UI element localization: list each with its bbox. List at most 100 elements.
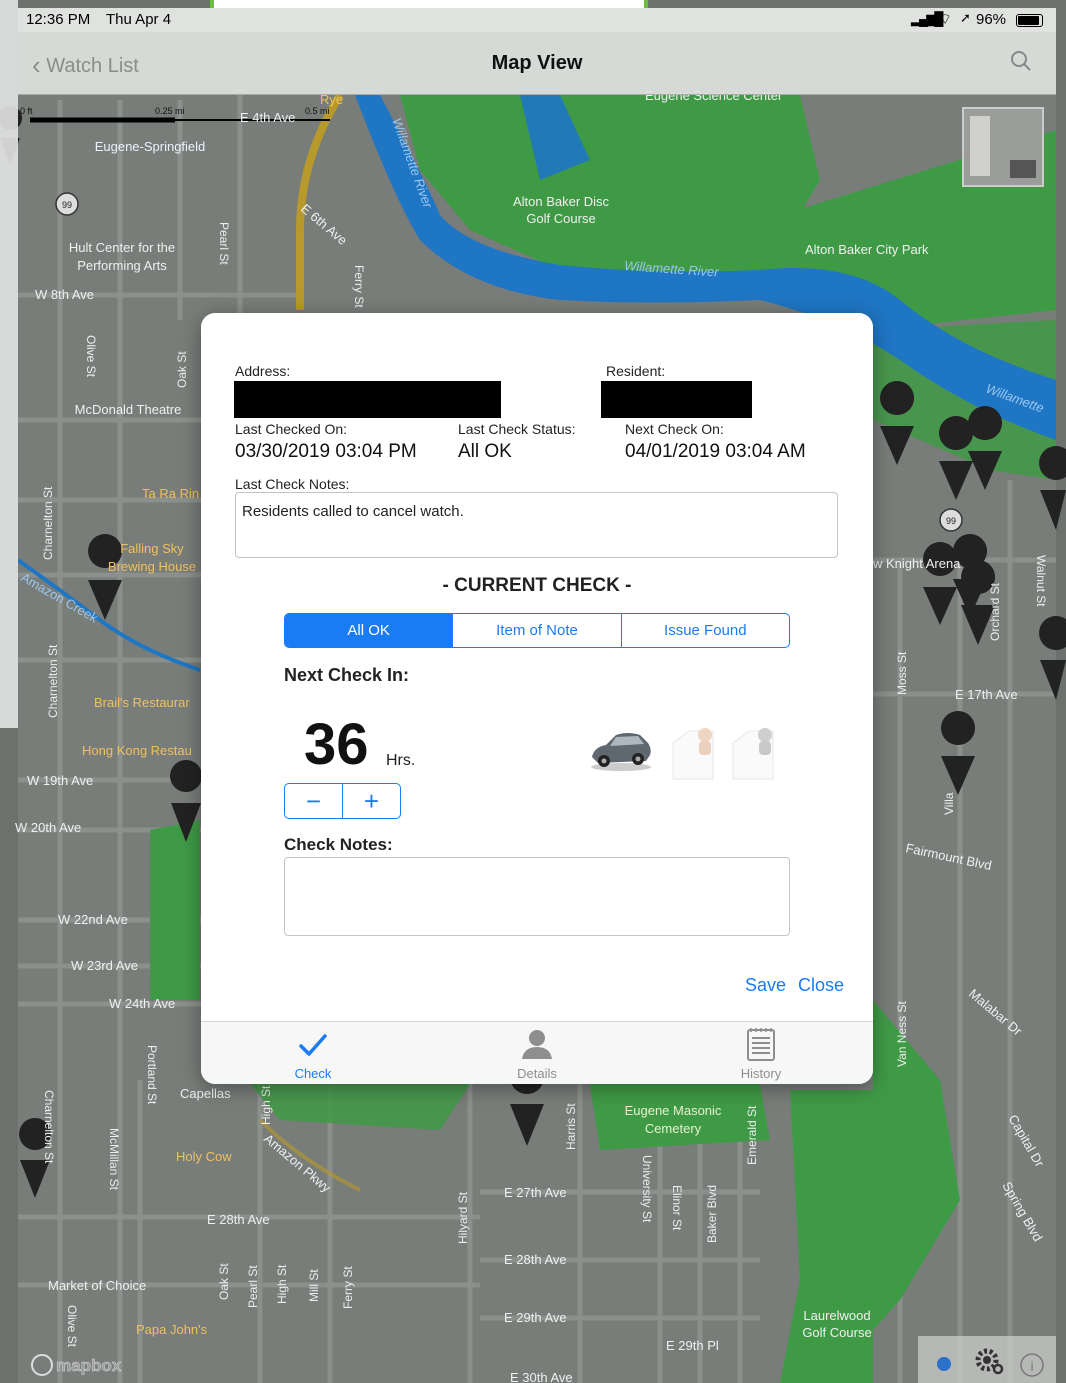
svg-text:E 4th Ave: E 4th Ave [240, 110, 295, 125]
svg-text:Olive St: Olive St [65, 1305, 79, 1348]
search-icon[interactable] [1010, 50, 1032, 72]
tab-check-label: Check [294, 1066, 332, 1081]
svg-text:0 ft: 0 ft [20, 106, 33, 116]
segment-all-ok[interactable]: All OK [285, 614, 454, 647]
next-check-in-label: Next Check In: [284, 665, 410, 685]
svg-text:University St: University St [640, 1155, 654, 1223]
last-status-value: All OK [458, 441, 512, 462]
svg-text:Market of Choice: Market of Choice [48, 1278, 146, 1293]
nav-bar: ‹ Watch List Map View [18, 32, 1056, 95]
svg-text:Hilyard St: Hilyard St [456, 1191, 470, 1244]
svg-text:Performing Arts: Performing Arts [77, 258, 167, 273]
svg-text:Mill St: Mill St [307, 1269, 321, 1302]
svg-text:Van Ness St: Van Ness St [895, 1001, 909, 1067]
close-button[interactable]: Close [798, 975, 844, 996]
svg-text:Charnelton St: Charnelton St [46, 644, 60, 718]
svg-text:Cemetery: Cemetery [645, 1121, 702, 1136]
svg-text:0.25 mi: 0.25 mi [155, 106, 185, 116]
tab-history-label: History [740, 1066, 782, 1081]
save-button[interactable]: Save [745, 975, 786, 996]
location-dot-icon [937, 1357, 951, 1371]
svg-text:99: 99 [946, 516, 956, 526]
map-label: Eugene-Springfield [95, 139, 206, 154]
svg-text:High St: High St [275, 1264, 289, 1304]
segment-issue-found[interactable]: Issue Found [622, 614, 789, 647]
address-redacted [234, 381, 501, 418]
check-notes-input[interactable] [284, 857, 790, 936]
car-icon[interactable] [588, 723, 654, 773]
address-label: Address: [235, 363, 291, 379]
svg-text:Harris St: Harris St [564, 1103, 578, 1150]
next-check-value: 04/01/2019 03:04 AM [625, 441, 806, 462]
svg-text:Pearl St: Pearl St [217, 222, 231, 265]
signal-icon: ▂▄▆█ [911, 11, 943, 26]
status-time: 12:36 PM [26, 11, 91, 28]
svg-text:High St: High St [259, 1085, 273, 1125]
svg-text:Oak St: Oak St [217, 1263, 231, 1300]
svg-text:Pearl St: Pearl St [246, 1265, 260, 1308]
svg-text:W 20th Ave: W 20th Ave [15, 820, 81, 835]
check-status-segmented-control[interactable]: All OK Item of Note Issue Found [284, 613, 790, 648]
svg-text:Brail's Restaurar: Brail's Restaurar [94, 695, 190, 710]
hours-stepper[interactable]: − + [284, 783, 401, 819]
last-notes-field: Residents called to cancel watch. [235, 492, 838, 558]
battery-icon [1016, 14, 1043, 27]
svg-text:McMillan St: McMillan St [107, 1128, 121, 1191]
svg-text:E 28th Ave: E 28th Ave [504, 1252, 567, 1267]
battery-percent: 96% [976, 11, 1007, 28]
svg-text:W 24th Ave: W 24th Ave [109, 996, 175, 1011]
svg-text:Laurelwood: Laurelwood [803, 1308, 870, 1323]
svg-text:W 19th Ave: W 19th Ave [27, 773, 93, 788]
current-check-heading: - CURRENT CHECK - [442, 575, 632, 596]
svg-text:E 27th Ave: E 27th Ave [504, 1185, 567, 1200]
last-notes-label: Last Check Notes: [235, 476, 350, 492]
wifi-icon: ⌔ [938, 11, 953, 28]
svg-text:Eugene Masonic: Eugene Masonic [625, 1103, 722, 1118]
svg-text:Falling Sky: Falling Sky [120, 541, 184, 556]
svg-text:Alton Baker City Park: Alton Baker City Park [805, 242, 929, 257]
svg-text:Moss St: Moss St [895, 651, 909, 695]
svg-text:Oak St: Oak St [175, 351, 189, 388]
svg-text:E 29th Ave: E 29th Ave [504, 1310, 567, 1325]
increment-button[interactable]: + [343, 784, 400, 818]
svg-text:Portland St: Portland St [145, 1045, 159, 1105]
svg-text:Capellas: Capellas [180, 1086, 231, 1101]
next-check-label: Next Check On: [625, 421, 724, 437]
notepad-icon [747, 1028, 775, 1061]
svg-text:Emerald St: Emerald St [745, 1105, 759, 1165]
svg-text:Villa: Villa [942, 792, 956, 815]
svg-text:Golf Course: Golf Course [526, 211, 595, 226]
svg-text:Brewing House: Brewing House [108, 559, 196, 574]
svg-text:Charnelton St: Charnelton St [42, 1090, 56, 1164]
svg-text:w Knight Arena: w Knight Arena [872, 556, 961, 571]
door-knock-icon[interactable] [669, 723, 717, 781]
svg-text:W 22nd Ave: W 22nd Ave [58, 912, 128, 927]
svg-text:i: i [1030, 1358, 1033, 1374]
page-title: Map View [491, 52, 583, 74]
tab-history[interactable]: History [649, 1022, 873, 1084]
last-status-label: Last Check Status: [458, 421, 576, 437]
location-arrow-icon: ➚ [960, 10, 971, 25]
svg-text:Golf Course: Golf Course [802, 1325, 871, 1340]
svg-text:Ferry St: Ferry St [352, 265, 366, 308]
svg-text:E 17th Ave: E 17th Ave [955, 687, 1018, 702]
check-dialog: Address: Resident: Last Checked On: 03/3… [201, 313, 873, 1084]
svg-text:Papa John's: Papa John's [136, 1322, 208, 1337]
resident-label: Resident: [606, 363, 666, 379]
svg-text:Charnelton St: Charnelton St [41, 486, 55, 560]
segment-item-of-note[interactable]: Item of Note [453, 614, 622, 647]
svg-text:Alton Baker Disc: Alton Baker Disc [513, 194, 610, 209]
tab-details-label: Details [517, 1066, 557, 1081]
svg-text:E 29th Pl: E 29th Pl [666, 1338, 719, 1353]
svg-text:McDonald Theatre: McDonald Theatre [75, 402, 182, 417]
tab-details[interactable]: Details [425, 1022, 649, 1084]
svg-text:E 30th Ave: E 30th Ave [510, 1370, 573, 1383]
svg-text:Elinor St: Elinor St [670, 1185, 684, 1231]
svg-text:0.5 mi: 0.5 mi [305, 106, 330, 116]
svg-text:W 8th Ave: W 8th Ave [35, 287, 94, 302]
svg-text:Ta Ra Rin: Ta Ra Rin [142, 486, 199, 501]
tab-check[interactable]: Check [201, 1022, 425, 1084]
decrement-button[interactable]: − [285, 784, 343, 818]
svg-text:Hong Kong Restau: Hong Kong Restau [82, 743, 192, 758]
resident-contact-icon[interactable] [729, 723, 777, 781]
